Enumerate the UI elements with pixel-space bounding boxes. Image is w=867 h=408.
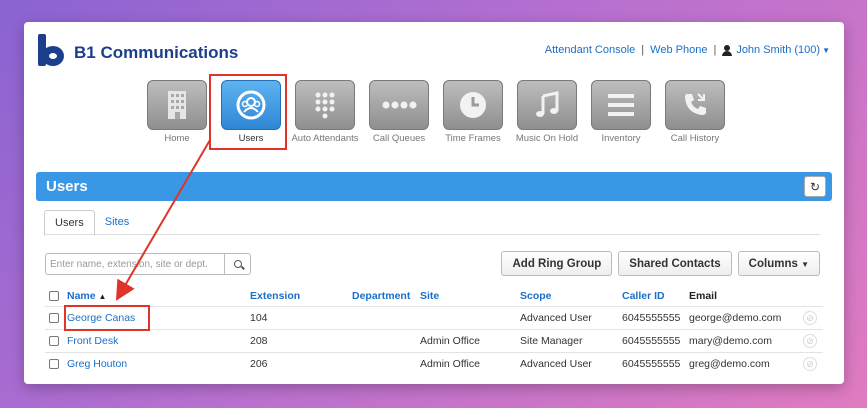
annotation-arrow: [115, 139, 211, 301]
app-window: B1 Communications Attendant Console | We…: [24, 22, 844, 384]
